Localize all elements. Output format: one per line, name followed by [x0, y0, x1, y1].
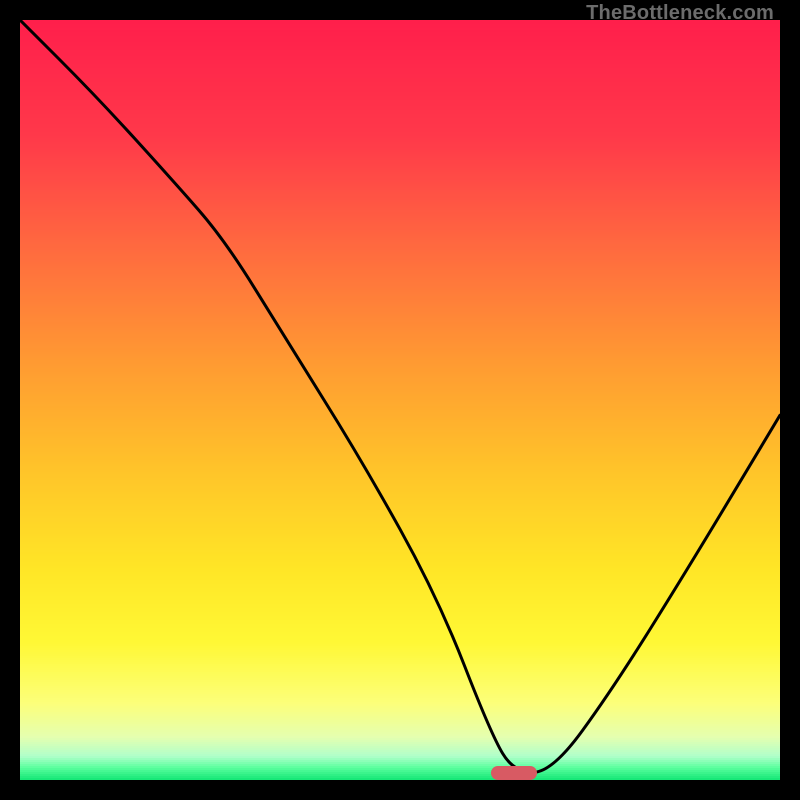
plot-area: [20, 20, 780, 780]
bottleneck-curve: [20, 20, 780, 772]
optimal-marker: [491, 766, 537, 780]
curve-layer: [20, 20, 780, 780]
watermark-text: TheBottleneck.com: [586, 2, 774, 25]
chart-frame: TheBottleneck.com: [0, 0, 800, 800]
